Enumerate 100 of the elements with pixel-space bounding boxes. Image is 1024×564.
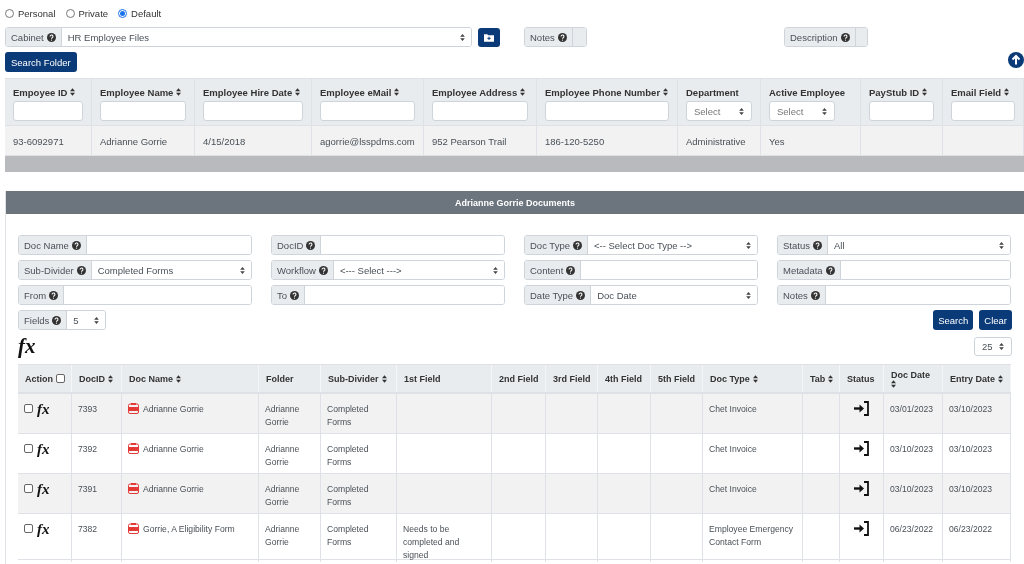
column-header: Tab	[810, 373, 826, 384]
column-header: Department	[686, 86, 739, 98]
sort-icon[interactable]	[520, 88, 526, 96]
arrow-up-icon[interactable]	[1008, 52, 1024, 68]
select-arrows-icon	[822, 107, 827, 115]
help-icon[interactable]	[576, 290, 586, 300]
add-folder-button[interactable]	[478, 27, 500, 47]
column-header: Folder	[266, 373, 294, 384]
scrollbar[interactable]	[5, 156, 1024, 172]
filter-field[interactable]	[100, 101, 186, 121]
help-icon[interactable]	[76, 265, 86, 275]
help-icon[interactable]	[557, 32, 567, 42]
sign-in-icon[interactable]	[854, 481, 870, 496]
checkbox[interactable]	[24, 444, 33, 453]
sign-in-icon[interactable]	[854, 521, 870, 536]
sort-icon[interactable]	[1004, 88, 1010, 96]
sort-icon[interactable]	[176, 374, 181, 383]
filter-field[interactable]	[320, 101, 415, 121]
help-icon[interactable]	[810, 290, 820, 300]
field-label: Doc Name	[24, 239, 69, 251]
document-link[interactable]: Adrianne Gorrie	[143, 483, 204, 496]
table-row[interactable]: fx 7393 Adrianne Gorrie Adrianne Gorrie Completed Forms Chet Invoice 03/01/2023 03/10/2023	[18, 394, 1011, 434]
field-label: Description	[790, 31, 838, 43]
column-header: Employee eMail	[320, 86, 392, 98]
formula-label[interactable]: fx	[37, 403, 50, 415]
table-row[interactable]: 93-6092971 Adrianne Gorrie 4/15/2018 agorrie@lsspdms.com 952 Pearson Trail 186-120-5250 Administrative Yes	[5, 125, 1024, 156]
sort-icon[interactable]	[394, 88, 400, 96]
formula-label[interactable]: fx	[37, 443, 50, 455]
column-header: Employee Hire Date	[203, 86, 293, 98]
field-label: Date Type	[530, 289, 574, 301]
checkbox[interactable]	[24, 404, 33, 413]
document-icon[interactable]	[128, 483, 139, 494]
table-cell: 93-6092971	[13, 136, 64, 147]
document-link[interactable]: Adrianne Gorrie	[143, 443, 204, 456]
sort-icon[interactable]	[828, 374, 834, 383]
document-icon[interactable]	[128, 523, 139, 534]
table-cell: 7382	[78, 523, 98, 536]
filter-field[interactable]	[869, 101, 934, 121]
select-field[interactable]: Select	[769, 101, 835, 121]
column-header: PayStub ID	[869, 86, 920, 98]
sort-icon[interactable]	[998, 374, 1003, 383]
document-icon[interactable]	[128, 403, 139, 414]
document-link[interactable]: Gorrie, A Eligibility Form	[143, 523, 235, 536]
help-icon[interactable]	[49, 290, 59, 300]
sort-icon[interactable]	[381, 374, 387, 383]
sort-icon[interactable]	[663, 88, 669, 96]
help-icon[interactable]	[840, 32, 850, 42]
page-size-select[interactable]: 25	[974, 336, 1012, 356]
table-cell: 7393	[78, 403, 98, 416]
help-icon[interactable]	[812, 240, 822, 250]
help-icon[interactable]	[306, 240, 316, 250]
help-icon[interactable]	[52, 315, 62, 325]
sort-icon[interactable]	[922, 88, 928, 96]
sort-icon[interactable]	[70, 88, 76, 96]
clear-button[interactable]: Clear	[979, 310, 1012, 330]
help-icon[interactable]	[825, 265, 835, 275]
filter-field[interactable]	[545, 101, 669, 121]
table-cell-text: Adrianne Gorrie	[265, 483, 301, 509]
sort-icon[interactable]	[295, 88, 301, 96]
help-icon[interactable]	[318, 265, 328, 275]
select-field[interactable]: Select	[686, 101, 752, 121]
sort-icon[interactable]	[176, 88, 182, 96]
filter-field[interactable]	[203, 101, 303, 121]
select-arrows-icon	[240, 266, 245, 274]
radio-label: Default	[131, 8, 162, 19]
sign-in-icon[interactable]	[854, 441, 870, 456]
sort-icon[interactable]	[891, 379, 896, 388]
formula-label[interactable]: fx	[18, 335, 36, 357]
radio-button[interactable]	[65, 9, 75, 18]
help-icon[interactable]	[572, 240, 582, 250]
filter-field[interactable]	[951, 101, 1015, 121]
filter-field[interactable]	[13, 101, 83, 121]
table-cell-text: Completed Forms	[327, 483, 370, 509]
search-button[interactable]: Search	[933, 310, 974, 330]
checkbox[interactable]	[56, 374, 65, 383]
help-icon[interactable]	[566, 265, 576, 275]
table-row[interactable]: fx 7391 Adrianne Gorrie Adrianne Gorrie Completed Forms Chet Invoice 03/10/2023 03/10/2023	[18, 474, 1011, 514]
filter-field[interactable]	[432, 101, 528, 121]
document-link[interactable]: Adrianne Gorrie	[143, 403, 204, 416]
help-icon[interactable]	[290, 290, 300, 300]
formula-label[interactable]: fx	[37, 523, 50, 535]
column-header: 2nd Field	[499, 373, 539, 384]
search-folder-button[interactable]: Search Folder	[5, 52, 77, 72]
sort-icon[interactable]	[108, 374, 113, 383]
checkbox[interactable]	[24, 484, 33, 493]
table-cell: Administrative	[686, 136, 746, 147]
help-icon[interactable]	[46, 32, 56, 42]
table-row[interactable]: fx 7392 Adrianne Gorrie Adrianne Gorrie Completed Forms Chet Invoice 03/10/2023 03/10/2023	[18, 434, 1011, 474]
sort-icon[interactable]	[752, 374, 758, 383]
radio-button[interactable]	[118, 9, 128, 18]
column-header: Entry Date	[950, 373, 995, 384]
sign-in-icon[interactable]	[854, 401, 870, 416]
document-icon[interactable]	[128, 443, 139, 454]
checkbox[interactable]	[24, 524, 33, 533]
help-icon[interactable]	[71, 240, 81, 250]
table-cell-text: Needs to be completed and signed	[403, 523, 461, 562]
table-row[interactable]: fx 7382 Gorrie, A Eligibility Form Adrianne Gorrie Completed Forms Needs to be completed and signed Employee Emergency Contact Form 06/23/2022 06/23/2022	[18, 514, 1011, 560]
radio-button[interactable]	[5, 9, 14, 18]
column-header: Sub-Divider	[328, 373, 379, 384]
formula-label[interactable]: fx	[37, 483, 50, 495]
